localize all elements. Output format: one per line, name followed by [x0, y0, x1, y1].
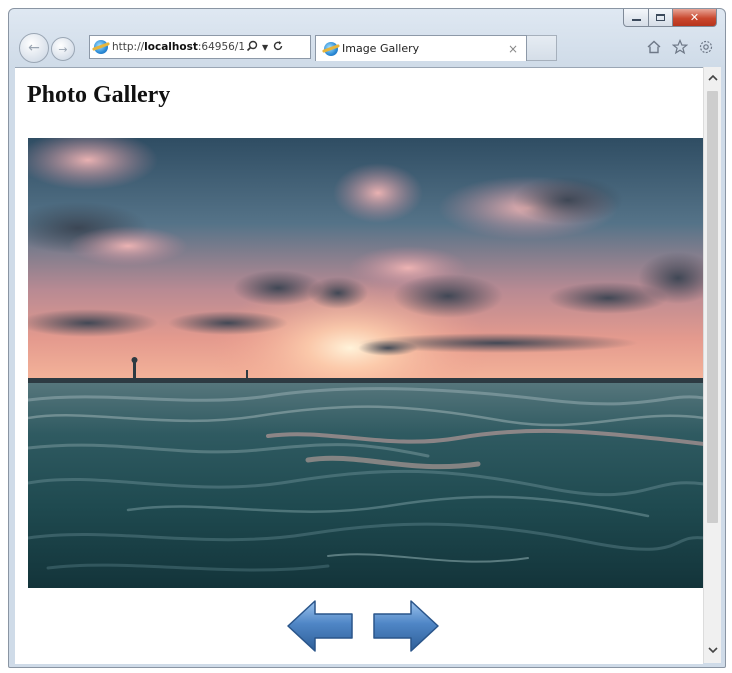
favorites-star-icon[interactable] — [671, 38, 689, 59]
maximize-button[interactable] — [649, 9, 673, 27]
new-tab-button[interactable] — [527, 35, 557, 61]
minimize-button[interactable] — [623, 9, 649, 27]
address-bar[interactable]: http://localhost:64956/1 ▼ — [89, 35, 311, 59]
previous-image-button[interactable] — [285, 598, 355, 654]
next-image-button[interactable] — [371, 598, 441, 654]
close-window-button[interactable]: ✕ — [673, 9, 717, 27]
back-arrow-icon: ← — [28, 40, 40, 56]
minimize-icon — [631, 19, 641, 21]
url-text[interactable]: http://localhost:64956/1 — [112, 41, 244, 53]
browser-window: ✕ ← → http://localhost:64956/1 ▼ Image G… — [8, 8, 726, 668]
window-caption-buttons: ✕ — [623, 9, 717, 29]
address-bar-icons: ▼ — [246, 40, 284, 55]
ie-page-icon — [94, 40, 108, 54]
left-arrow-icon — [287, 600, 353, 652]
search-icon[interactable] — [246, 40, 258, 55]
scrollbar-thumb[interactable] — [707, 91, 718, 523]
dropdown-icon[interactable]: ▼ — [262, 43, 268, 52]
sunset-ocean-image — [28, 138, 703, 588]
close-tab-icon[interactable]: × — [508, 42, 526, 56]
url-prefix: http:// — [112, 41, 145, 53]
url-rest: :64956/1 — [197, 41, 244, 53]
refresh-icon[interactable] — [272, 40, 284, 55]
gallery-photo — [28, 138, 703, 588]
forward-arrow-icon: → — [58, 42, 68, 56]
close-icon: ✕ — [689, 11, 700, 24]
maximize-icon — [656, 14, 665, 21]
tab-image-gallery[interactable]: Image Gallery × — [315, 35, 527, 61]
scroll-up-icon[interactable] — [704, 69, 721, 87]
tab-title: Image Gallery — [342, 42, 420, 55]
settings-gear-icon[interactable] — [697, 39, 715, 59]
url-host: localhost — [144, 41, 198, 53]
page-content: Photo Gallery — [15, 67, 703, 664]
forward-button[interactable]: → — [51, 37, 75, 61]
vertical-scrollbar[interactable] — [703, 67, 721, 663]
gallery-navigation — [285, 598, 441, 654]
right-arrow-icon — [373, 600, 439, 652]
page-title: Photo Gallery — [27, 82, 171, 108]
back-button[interactable]: ← — [19, 33, 49, 63]
home-icon[interactable] — [645, 39, 663, 59]
toolbar-right-icons — [645, 38, 715, 59]
ie-page-icon — [324, 41, 338, 56]
scroll-down-icon[interactable] — [704, 641, 721, 659]
browser-toolbar: ← → http://localhost:64956/1 ▼ Image Gal… — [9, 29, 725, 67]
